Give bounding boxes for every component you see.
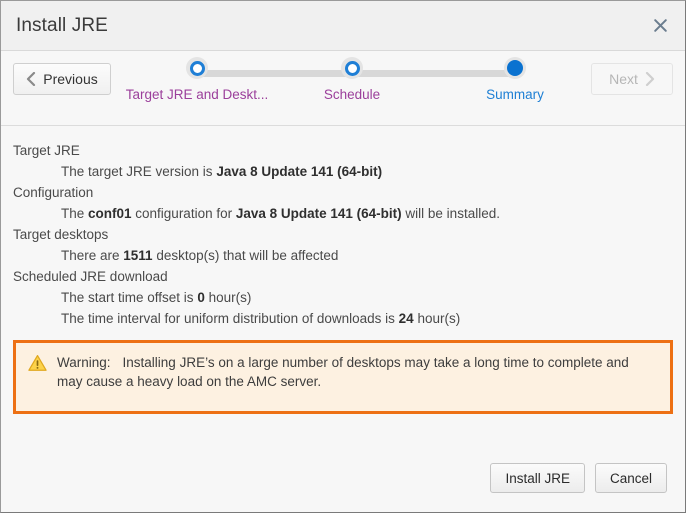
detail-text-strong-2: Java 8 Update 141 (64-bit) [235, 206, 402, 221]
detail-text-strong: 24 [398, 311, 414, 326]
summary-group-title: Target JRE [13, 143, 80, 158]
dialog-title: Install JRE [16, 14, 108, 36]
summary-group-detail: There are 1511 desktop(s) that will be a… [13, 245, 685, 266]
summary-group-title: Scheduled JRE download [13, 269, 168, 284]
summary-group-detail: The target JRE version is Java 8 Update … [13, 161, 685, 182]
warning-body-text: Installing JRE’s on a large number of de… [57, 355, 629, 389]
detail-text-post: configuration for [131, 206, 236, 221]
install-jre-dialog: Install JRE Previous Target JRE and Desk… [0, 0, 686, 513]
summary-group-detail: The conf01 configuration for Java 8 Upda… [13, 203, 685, 224]
step-label: Schedule [323, 87, 381, 102]
detail-text-pre: The [61, 206, 89, 221]
wizard-stepbar: Previous Target JRE and Deskt... Schedul… [1, 51, 685, 126]
detail-text-pre: The target JRE version is [61, 164, 217, 179]
install-jre-button[interactable]: Install JRE [490, 463, 585, 493]
cancel-button[interactable]: Cancel [594, 463, 667, 493]
step-dot-wrap [272, 51, 432, 85]
close-icon[interactable] [645, 11, 675, 41]
detail-text-strong: Java 8 Update 141 (64-bit) [216, 164, 383, 179]
summary-group-detail: The start time offset is 0 hour(s) [13, 287, 685, 308]
chevron-right-icon [645, 72, 654, 86]
step-schedule[interactable]: Schedule [272, 51, 432, 102]
step-dot-wrap [435, 51, 595, 85]
dialog-footer: Install JRE Cancel [1, 444, 685, 512]
step-label: Summary [486, 87, 544, 102]
detail-text-pre: The start time offset is [61, 290, 198, 305]
step-dot-icon [341, 57, 363, 79]
step-summary[interactable]: Summary [435, 51, 595, 102]
step-dot-wrap [117, 51, 277, 85]
next-button[interactable]: Next [591, 63, 673, 95]
step-target-jre-and-desktops[interactable]: Target JRE and Deskt... [117, 51, 277, 102]
detail-text-pre: The time interval for uniform distributi… [61, 311, 399, 326]
chevron-left-icon [27, 72, 36, 86]
warning-banner: Warning: Installing JRE’s on a large numb… [13, 340, 673, 414]
summary-group-detail: The time interval for uniform distributi… [13, 308, 685, 329]
previous-button[interactable]: Previous [13, 63, 111, 95]
detail-text-post: hour(s) [204, 290, 252, 305]
summary-body: Target JRE The target JRE version is Jav… [1, 126, 685, 329]
detail-text-strong: 1511 [123, 248, 153, 263]
step-label: Target JRE and Deskt... [125, 87, 269, 102]
detail-text-post: desktop(s) that will be affected [152, 248, 339, 263]
summary-group-title: Configuration [13, 185, 94, 200]
detail-text-post-2: will be installed. [401, 206, 500, 221]
detail-text-strong: 0 [197, 290, 205, 305]
step-dot-icon [186, 57, 208, 79]
warning-triangle-icon [28, 354, 47, 377]
warning-message: Warning: Installing JRE’s on a large numb… [57, 353, 658, 391]
next-button-label: Next [609, 71, 638, 87]
step-indicator: Target JRE and Deskt... Schedule Summary [126, 51, 575, 125]
detail-text-strong: conf01 [88, 206, 132, 221]
detail-text-pre: There are [61, 248, 124, 263]
detail-text-post: hour(s) [413, 311, 461, 326]
previous-button-label: Previous [43, 71, 98, 87]
step-dot-icon [504, 57, 526, 79]
summary-group-title: Target desktops [13, 227, 109, 242]
warning-label: Warning: [57, 355, 111, 370]
dialog-titlebar: Install JRE [1, 1, 685, 51]
